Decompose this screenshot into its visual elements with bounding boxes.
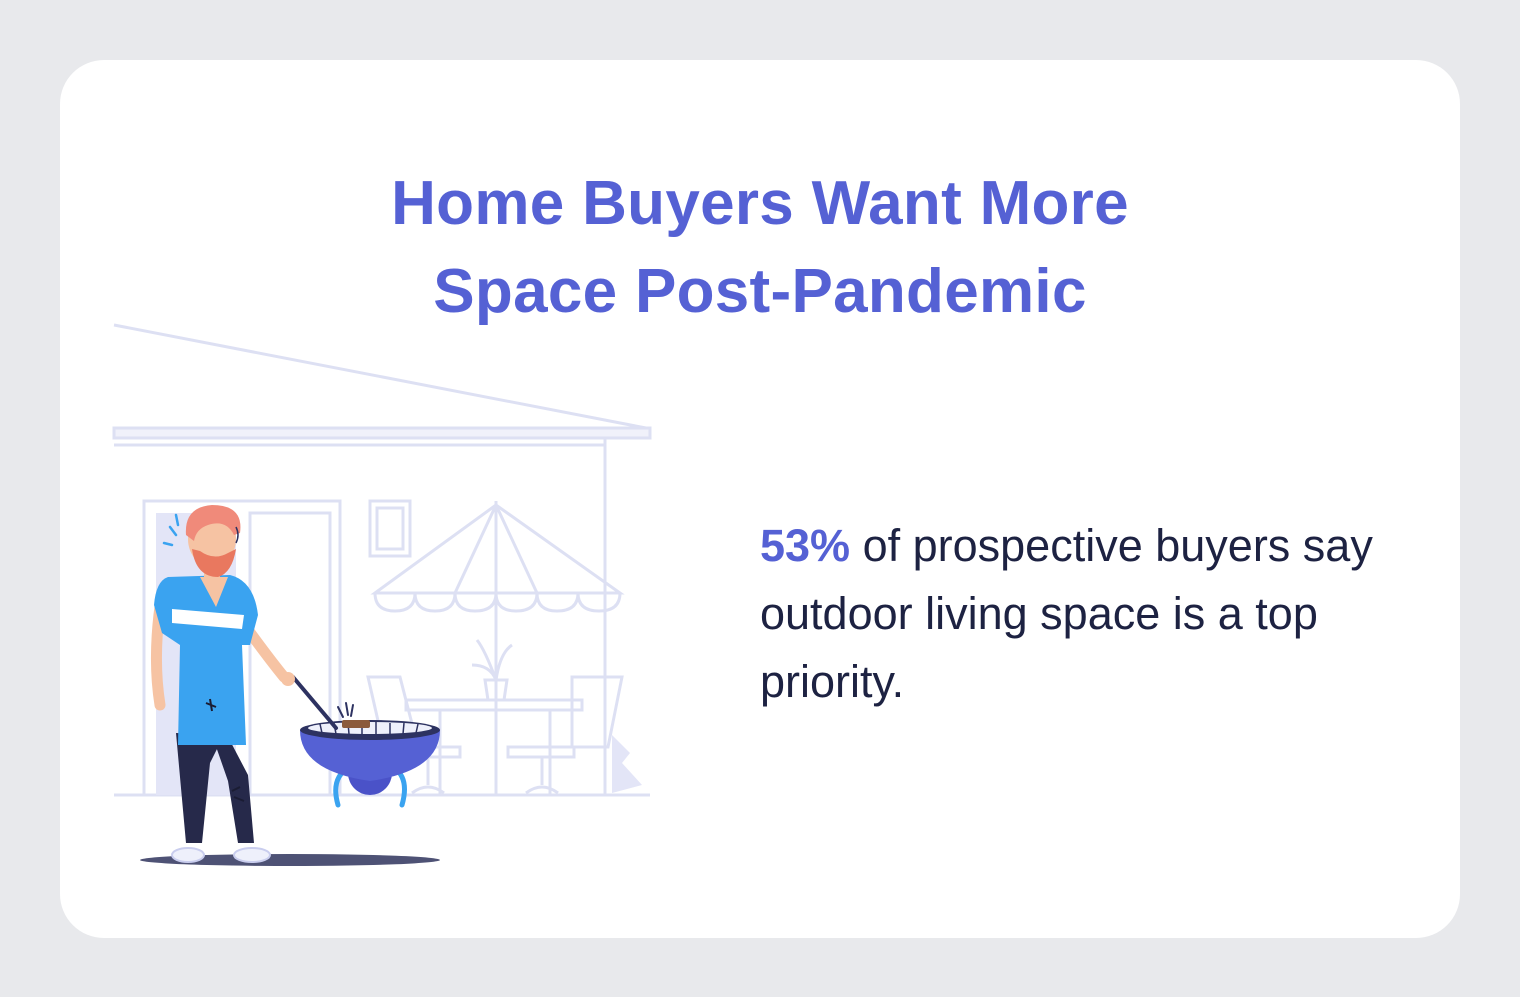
stat-description: of prospective buyers say outdoor living… — [760, 520, 1373, 707]
patio-table — [404, 639, 584, 795]
title-line-1: Home Buyers Want More — [391, 169, 1129, 238]
stat-text: 53% of prospective buyers say outdoor li… — [760, 512, 1400, 716]
page-title: Home Buyers Want More Space Post-Pandemi… — [60, 160, 1460, 336]
window — [368, 499, 412, 558]
patio-chair-right — [506, 675, 642, 795]
grill-icon — [291, 675, 440, 808]
backyard-grill-illustration — [112, 323, 652, 866]
stat-highlight: 53% — [760, 520, 851, 571]
infographic-card: Home Buyers Want More Space Post-Pandemi… — [60, 60, 1460, 938]
